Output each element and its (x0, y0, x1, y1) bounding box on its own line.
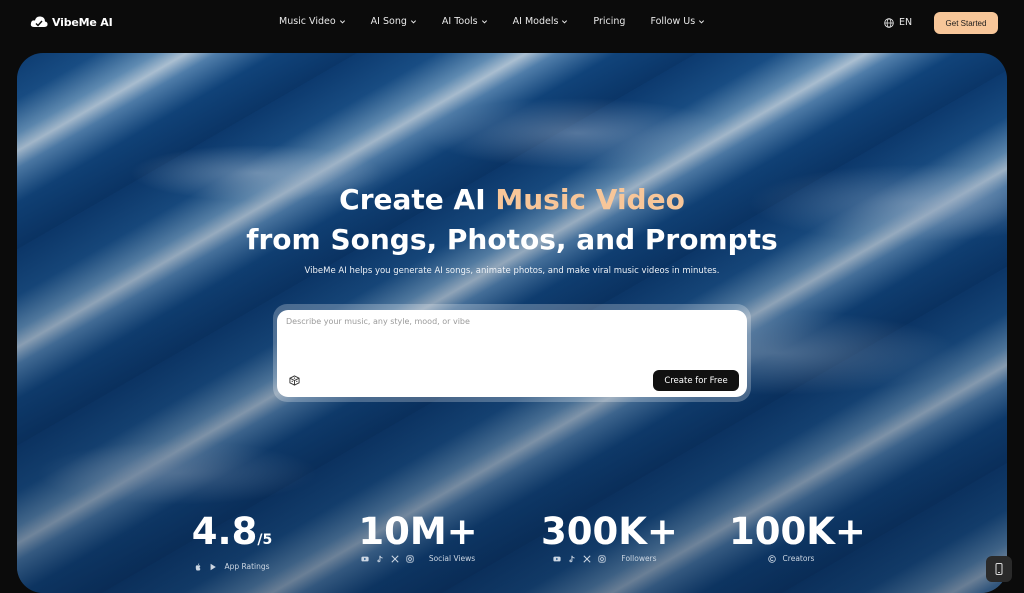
stat-social-views: 10M+ Social Views (357, 511, 479, 564)
stat-value: 4.8/5 (172, 511, 292, 561)
apple-icon[interactable] (194, 562, 202, 571)
stat-creators: 100K+ Creators (729, 511, 866, 564)
top-navbar: VibeMe AI Music Video AI Song AI Tools A… (0, 0, 1024, 46)
stat-value: 100K+ (729, 511, 866, 553)
nav-item-label: AI Models (512, 16, 559, 27)
stat-caption: Social Views (357, 554, 479, 563)
get-started-button[interactable]: Get Started (934, 12, 998, 34)
stat-label: Followers (621, 554, 657, 563)
nav-item-ai-tools[interactable]: AI Tools (442, 16, 488, 27)
stat-label: Creators (782, 554, 815, 563)
stat-caption: Creators (729, 554, 853, 563)
phone-icon (995, 563, 1003, 575)
nav-item-music-video[interactable]: Music Video (279, 16, 346, 27)
nav-item-label: Music Video (279, 16, 336, 27)
prompt-input[interactable] (286, 317, 736, 367)
stat-number: 4.8 (191, 510, 258, 553)
youtube-icon[interactable] (553, 555, 562, 563)
stat-caption: Followers (541, 554, 669, 563)
chevron-down-icon (339, 20, 345, 24)
nav-item-ai-song[interactable]: AI Song (371, 16, 417, 27)
hero-title-line-2: from Songs, Photos, and Prompts (246, 223, 778, 256)
stat-caption: App Ratings (172, 562, 292, 571)
create-for-free-button[interactable]: Create for Free (653, 370, 739, 391)
nav-item-ai-models[interactable]: AI Models (513, 16, 569, 27)
stat-suffix: /5 (257, 532, 273, 548)
mobile-app-button[interactable] (986, 556, 1012, 582)
globe-icon (884, 17, 894, 28)
stat-number: 10M+ (358, 510, 478, 553)
nav-item-label: AI Tools (441, 16, 478, 27)
chevron-down-icon (481, 20, 487, 24)
dice-random-icon[interactable] (289, 375, 300, 386)
prompt-box: Create for Free (277, 310, 747, 397)
language-selector[interactable]: EN (884, 17, 912, 28)
nav-item-pricing[interactable]: Pricing (593, 16, 625, 27)
nav-item-follow-us[interactable]: Follow Us (650, 16, 705, 27)
hero-title-accent: Music Video (495, 183, 685, 216)
brand-logo[interactable]: VibeMe AI (30, 15, 113, 29)
hero-subtitle: VibeMe AI helps you generate AI songs, a… (304, 266, 720, 276)
x-icon[interactable] (583, 554, 591, 563)
instagram-icon[interactable] (598, 554, 607, 563)
stat-label: App Ratings (224, 562, 270, 571)
stat-number: 300K+ (541, 510, 678, 553)
x-icon[interactable] (391, 554, 399, 563)
google-play-icon[interactable] (209, 563, 217, 571)
main-menu: Music Video AI Song AI Tools AI Models P… (279, 16, 730, 27)
chevron-down-icon (562, 20, 568, 24)
language-label: EN (899, 17, 913, 28)
hero-title-prefix: Create AI (339, 183, 496, 216)
hero-title-line-1: Create AI Music Video (17, 180, 1007, 220)
stat-app-ratings: 4.8/5 App Ratings (172, 511, 292, 572)
nav-item-label: Pricing (593, 16, 626, 27)
stat-number: 100K+ (729, 510, 866, 553)
cloud-logo-icon (30, 16, 48, 27)
creators-icon (767, 554, 776, 563)
nav-item-label: AI Song (370, 16, 407, 27)
stat-followers: 300K+ Followers (541, 511, 678, 564)
instagram-icon[interactable] (406, 554, 414, 563)
tiktok-icon[interactable] (376, 555, 384, 563)
stat-value: 10M+ (357, 511, 479, 553)
nav-item-label: Follow Us (650, 16, 696, 27)
stat-value: 300K+ (541, 511, 678, 553)
chevron-down-icon (410, 20, 416, 24)
brand-name: VibeMe AI (52, 15, 113, 29)
hero-section: Create AI Music Video from Songs, Photos… (17, 53, 1007, 593)
tiktok-icon[interactable] (568, 555, 576, 563)
chevron-down-icon (699, 20, 705, 24)
stat-label: Social Views (428, 554, 476, 563)
youtube-icon[interactable] (361, 555, 369, 563)
